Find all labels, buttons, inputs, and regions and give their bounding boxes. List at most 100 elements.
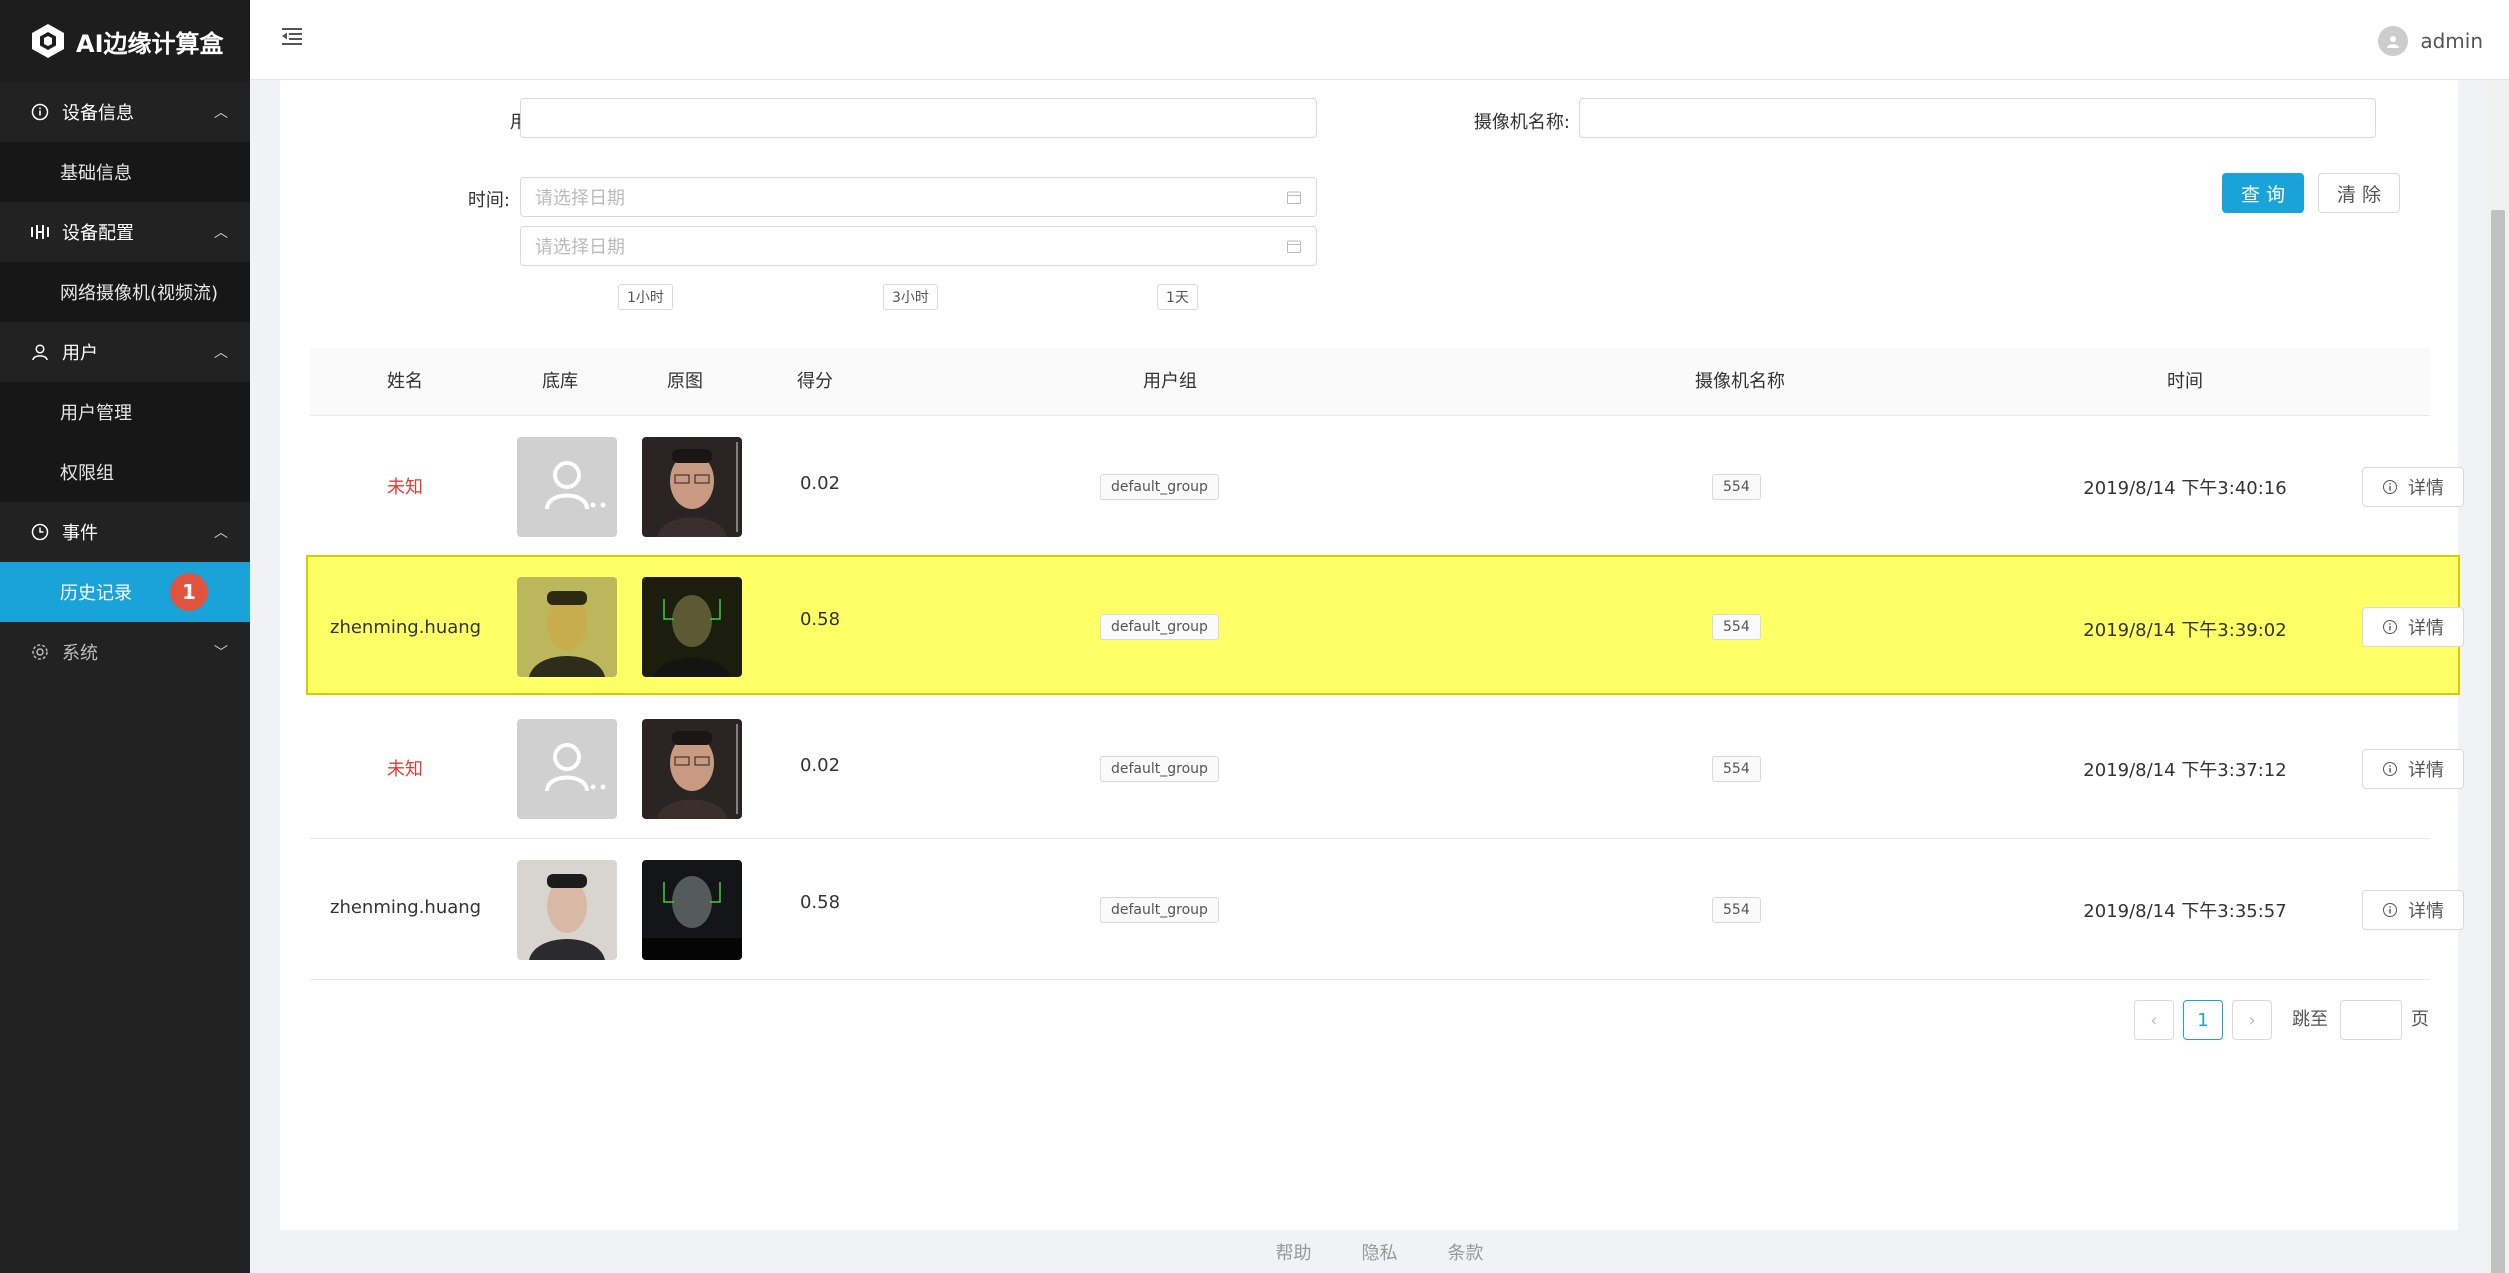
sidebar-item-label: 权限组 xyxy=(60,463,114,484)
column-header-original: 原图 xyxy=(667,371,703,392)
user-group-tag: default_group xyxy=(1100,756,1219,782)
score-value: 0.02 xyxy=(799,473,841,494)
date-placeholder: 请选择日期 xyxy=(535,237,625,258)
sidebar: AI边缘计算盒 设备信息 ︿ 基础信息 设备配置 ︿ 网络摄像机(视频流) 用户… xyxy=(0,0,250,1273)
sidebar-item-basic-info[interactable]: 基础信息 xyxy=(0,142,250,202)
event-time: 2019/8/14 下午3:40:16 xyxy=(2083,478,2287,499)
chevron-up-icon: ︿ xyxy=(214,105,228,121)
start-date-picker[interactable]: 请选择日期 xyxy=(520,177,1317,217)
sidebar-group-label: 系统 xyxy=(62,643,98,664)
score-value: 0.58 xyxy=(799,609,841,630)
original-face-image[interactable] xyxy=(642,577,742,677)
chevron-up-icon: ︿ xyxy=(214,345,228,361)
avatar xyxy=(2378,26,2409,56)
score-value: 0.58 xyxy=(799,892,841,913)
original-face-image[interactable] xyxy=(642,719,742,819)
menu-fold-icon[interactable] xyxy=(280,24,304,48)
page-scrollbar[interactable] xyxy=(2485,80,2509,1273)
sidebar-item-label: 用户管理 xyxy=(60,403,132,424)
end-date-picker[interactable]: 请选择日期 xyxy=(520,226,1317,266)
original-face-image[interactable] xyxy=(642,860,742,960)
library-face-image[interactable] xyxy=(517,577,617,677)
jump-to-label: 跳至 xyxy=(2292,1009,2328,1030)
event-time: 2019/8/14 下午3:37:12 xyxy=(2083,760,2287,781)
table-row: 未知 0.02 default_group 554 2019/8/14 下午3:… xyxy=(310,699,2464,839)
quick-range-1h[interactable]: 1小时 xyxy=(618,284,673,310)
info-circle-icon xyxy=(30,102,50,122)
user-placeholder-icon xyxy=(545,743,606,792)
chevron-left-icon: ‹ xyxy=(2150,1009,2158,1031)
sidebar-group-device-config[interactable]: 设备配置 ︿ xyxy=(0,202,250,262)
column-header-library: 底库 xyxy=(542,371,578,392)
event-time: 2019/8/14 下午3:39:02 xyxy=(2083,620,2287,641)
sidebar-item-user-management[interactable]: 用户管理 xyxy=(0,382,250,442)
sidebar-group-user[interactable]: 用户 ︿ xyxy=(0,322,250,382)
sidebar-item-label: 网络摄像机(视频流) xyxy=(60,283,219,304)
sliders-icon xyxy=(30,222,50,242)
user-group-tag: default_group xyxy=(1100,614,1219,640)
chevron-up-icon: ︿ xyxy=(214,225,228,241)
camera-tag: 554 xyxy=(1712,897,1761,923)
detail-button-label: 详情 xyxy=(2408,760,2444,781)
cube-logo-icon xyxy=(32,24,64,58)
chevron-down-icon: ﹀ xyxy=(214,645,228,661)
camera-tag: 554 xyxy=(1712,614,1761,640)
detail-button-label: 详情 xyxy=(2408,478,2444,499)
user-icon xyxy=(30,342,50,362)
detail-button[interactable]: 详情 xyxy=(2362,890,2464,930)
gear-icon xyxy=(30,642,50,662)
original-face-image[interactable] xyxy=(642,437,742,537)
pagination-prev-button[interactable]: ‹ xyxy=(2134,1000,2174,1040)
table-row: zhenming.huang 0.58 default_group 554 20… xyxy=(310,840,2464,980)
sidebar-group-system[interactable]: 系统 ﹀ xyxy=(0,622,250,682)
camera-name-label: 摄像机名称: xyxy=(1473,112,1570,133)
footer-link-help[interactable]: 帮助 xyxy=(1276,1239,1312,1265)
sidebar-group-device-info[interactable]: 设备信息 ︿ xyxy=(0,82,250,142)
user-menu[interactable]: admin xyxy=(2378,26,2483,56)
calendar-icon xyxy=(1287,240,1301,253)
camera-name-input[interactable] xyxy=(1579,98,2376,138)
info-circle-icon xyxy=(2383,480,2397,494)
detail-button[interactable]: 详情 xyxy=(2362,607,2464,647)
app-logo[interactable]: AI边缘计算盒 xyxy=(0,0,250,82)
chevron-up-icon: ︿ xyxy=(214,525,228,541)
library-placeholder-image xyxy=(517,719,617,819)
column-header-camera: 摄像机名称 xyxy=(1695,371,1785,392)
column-header-user-group: 用户组 xyxy=(1143,371,1197,392)
sidebar-item-ip-camera[interactable]: 网络摄像机(视频流) xyxy=(0,262,250,322)
table-row-highlighted: zhenming.huang 0.58 default_group 554 20… xyxy=(306,555,2464,695)
quick-range-3h[interactable]: 3小时 xyxy=(883,284,938,310)
app-title: AI边缘计算盒 xyxy=(76,29,224,58)
chevron-right-icon: › xyxy=(2248,1009,2256,1031)
sidebar-group-events[interactable]: 事件 ︿ xyxy=(0,502,250,562)
column-header-score: 得分 xyxy=(797,371,833,392)
detail-button[interactable]: 详情 xyxy=(2362,467,2464,507)
sidebar-item-history[interactable]: 历史记录 1 xyxy=(0,562,250,622)
page-suffix-label: 页 xyxy=(2411,1009,2429,1030)
person-name: zhenming.huang xyxy=(330,617,482,638)
sidebar-item-permission-group[interactable]: 权限组 xyxy=(0,442,250,502)
quick-range-1d[interactable]: 1天 xyxy=(1157,284,1198,310)
pagination-next-button[interactable]: › xyxy=(2232,1000,2272,1040)
top-header: admin xyxy=(250,0,2509,80)
time-label: 时间: xyxy=(467,190,510,211)
query-button[interactable]: 查 询 xyxy=(2222,173,2304,213)
scrollbar-thumb[interactable] xyxy=(2491,210,2505,1273)
calendar-icon xyxy=(1287,191,1301,204)
detail-button[interactable]: 详情 xyxy=(2362,749,2464,789)
person-name: 未知 xyxy=(387,759,423,780)
library-placeholder-image xyxy=(517,437,617,537)
clear-button[interactable]: 清 除 xyxy=(2318,173,2400,213)
footer-link-privacy[interactable]: 隐私 xyxy=(1362,1239,1398,1265)
sidebar-group-label: 事件 xyxy=(62,523,98,544)
user-group-input[interactable] xyxy=(520,98,1317,138)
event-time: 2019/8/14 下午3:35:57 xyxy=(2083,901,2287,922)
footer-link-terms[interactable]: 条款 xyxy=(1448,1239,1484,1265)
column-header-time: 时间 xyxy=(2167,371,2203,392)
sidebar-group-label: 用户 xyxy=(62,343,98,364)
detail-button-label: 详情 xyxy=(2408,618,2444,639)
pagination-page-1[interactable]: 1 xyxy=(2183,1000,2223,1040)
info-circle-icon xyxy=(2383,903,2397,917)
jump-page-input[interactable] xyxy=(2340,1000,2402,1040)
library-face-image[interactable] xyxy=(517,860,617,960)
